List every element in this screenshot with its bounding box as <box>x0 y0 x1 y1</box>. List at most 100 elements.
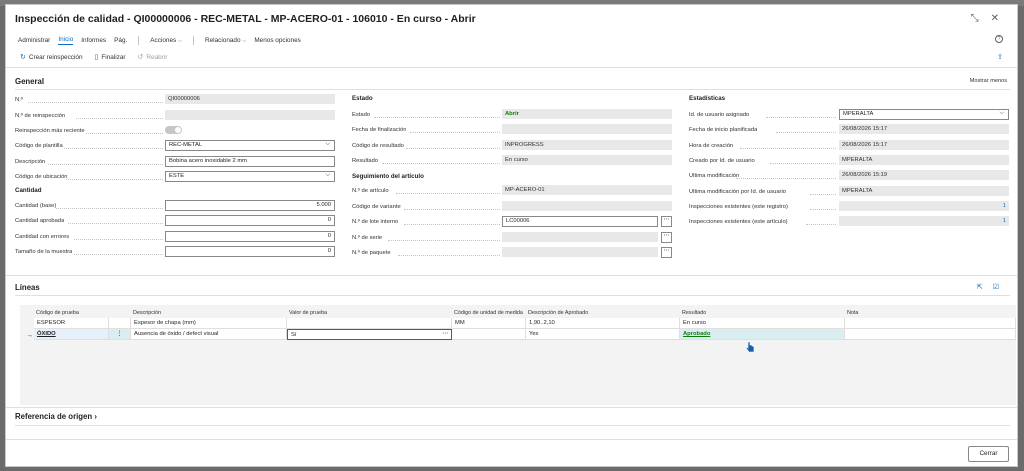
existing-item-field[interactable]: 1 <box>839 216 1009 226</box>
divider <box>15 295 1010 296</box>
table-cell-result[interactable]: Aprobado <box>680 329 845 340</box>
dots <box>396 193 500 194</box>
general-section-title[interactable]: General <box>15 77 44 86</box>
package-label: N.º de paquete <box>352 250 391 256</box>
close-button[interactable]: Cerrar <box>968 446 1009 462</box>
table-cell-description[interactable]: Espesor de chapa (mm) <box>131 318 287 329</box>
lot-assist-button[interactable]: ⋯ <box>661 216 672 227</box>
show-less-link[interactable]: Mostrar menos <box>970 78 1007 84</box>
menu-relacionado[interactable]: Relacionado ⌵ <box>205 37 246 44</box>
help-icon[interactable]: ? <box>995 35 1003 43</box>
dots <box>736 178 836 179</box>
qty-base-label: Cantidad (base) <box>15 203 57 209</box>
finalize-button[interactable]: ▯ Finalizar <box>95 53 126 61</box>
table-cell-test-code[interactable]: ÓXIDO <box>34 329 109 340</box>
expand-icon[interactable]: ☑ <box>993 283 999 291</box>
collapse-icon[interactable]: ⤡ <box>971 13 979 24</box>
share-icon[interactable]: ⇪ <box>997 53 1003 61</box>
more-options-icon[interactable]: ⋯ <box>442 331 448 337</box>
no-field: QI00000006 <box>165 94 335 104</box>
lines-section-title[interactable]: Líneas <box>15 283 40 292</box>
table-cell-test-value[interactable] <box>287 318 452 329</box>
create-reinspection-button[interactable]: ↻ Crear reinspección <box>20 53 83 61</box>
dots <box>382 163 500 164</box>
divider <box>6 439 1017 440</box>
template-code-select[interactable]: REC-METAL ⌵ <box>165 140 335 151</box>
col-description[interactable]: Descripción <box>133 310 161 316</box>
dots <box>410 132 500 133</box>
assigned-user-select[interactable]: MPERALTA ⌵ <box>839 109 1009 120</box>
last-modified-by-label: Última modificación por Id. de usuario <box>689 189 786 195</box>
col-uom[interactable]: Código de unidad de medida <box>454 310 523 316</box>
lot-input[interactable]: LC00006 <box>502 216 658 227</box>
table-cell-test-value-active[interactable]: Sí ⋯ <box>287 329 452 340</box>
close-icon[interactable]: ✕ <box>991 13 999 24</box>
row-pointer-icon: → <box>26 332 33 339</box>
dots <box>806 224 836 225</box>
menu-relacionado-label: Relacionado <box>205 37 241 44</box>
quantity-subheading: Cantidad <box>15 187 42 194</box>
most-recent-toggle[interactable] <box>165 126 182 134</box>
serial-assist-button[interactable]: ⋯ <box>661 232 672 243</box>
package-assist-button[interactable]: ⋯ <box>661 247 672 258</box>
table-cell-approved-desc[interactable]: Yes <box>526 329 680 340</box>
planned-start-field: 26/08/2026 15:17 <box>839 124 1009 134</box>
title-controls: ⤡ ✕ <box>971 13 999 24</box>
serial-label: N.º de serie <box>352 235 383 241</box>
menu-acciones[interactable]: Acciones ⌵ <box>150 37 182 44</box>
table-cell-test-code[interactable]: ESPESOR <box>34 318 109 329</box>
menu-pag[interactable]: Pág. <box>114 37 127 44</box>
origin-section-title[interactable]: Referencia de origen › <box>15 412 97 421</box>
dots <box>404 224 500 225</box>
dots <box>770 163 836 164</box>
chevron-down-icon: ⌵ <box>242 38 247 44</box>
description-input[interactable]: Bobina acero inoxidable 2 mm <box>165 156 335 167</box>
table-cell-result[interactable]: En curso <box>680 318 845 329</box>
reopen-button[interactable]: ↺ Reabrir <box>138 53 168 61</box>
menu-inicio[interactable]: Inicio <box>58 36 74 45</box>
table-cell-row-menu[interactable] <box>109 318 131 329</box>
location-select[interactable]: ESTE ⌵ <box>165 171 335 182</box>
menu-less-options[interactable]: Menos opciones <box>254 37 301 44</box>
col-note[interactable]: Nota <box>847 310 858 316</box>
menu-administrar[interactable]: Administrar <box>18 37 50 44</box>
table-cell-note[interactable] <box>845 329 1016 340</box>
qty-errors-input[interactable]: 0 <box>165 231 335 242</box>
existing-record-field[interactable]: 1 <box>839 201 1009 211</box>
item-no-label: N.º de artículo <box>352 188 389 194</box>
test-value-text: Sí <box>291 332 297 338</box>
col-approved-desc[interactable]: Descripción de Aprobado <box>528 310 588 316</box>
row-actions-icon[interactable]: ⋮ <box>109 329 131 340</box>
dots <box>766 117 836 118</box>
table-cell-uom[interactable]: MM <box>452 318 526 329</box>
col-test-value[interactable]: Valor de prueba <box>289 310 327 316</box>
table-cell-note[interactable] <box>845 318 1016 329</box>
create-reinspection-label: Crear reinspección <box>28 54 83 61</box>
col-test-code[interactable]: Código de prueba <box>36 310 79 316</box>
qty-approved-input[interactable]: 0 <box>165 215 335 226</box>
reopen-label: Reabrir <box>146 54 168 61</box>
template-code-label: Código de plantilla <box>15 143 63 149</box>
serial-field <box>502 232 658 242</box>
dots <box>374 117 500 118</box>
item-no-field: MP-ACERO-01 <box>502 185 672 195</box>
share-icon[interactable]: ⇱ <box>977 283 983 291</box>
divider <box>15 425 1010 426</box>
qty-base-input[interactable]: 5.000 <box>165 200 335 211</box>
dots <box>776 132 836 133</box>
last-modified-label: Última modificación <box>689 173 740 179</box>
template-code-value: REC-METAL <box>169 142 203 148</box>
dots <box>406 148 500 149</box>
planned-start-label: Fecha de inicio planificada <box>689 127 758 133</box>
dots <box>66 179 163 180</box>
menu-informes[interactable]: Informes <box>81 37 106 44</box>
table-cell-approved-desc[interactable]: 1,90..2,10 <box>526 318 680 329</box>
table-cell-uom[interactable] <box>452 329 526 340</box>
state-field: Abrir <box>502 109 672 119</box>
stats-subheading: Estadísticas <box>689 95 726 102</box>
sample-size-input[interactable]: 0 <box>165 246 335 257</box>
divider <box>15 89 1010 90</box>
table-cell-description[interactable]: Ausencia de óxido / defect visual <box>131 329 287 340</box>
col-result[interactable]: Resultado <box>682 310 706 316</box>
divider <box>6 407 1017 408</box>
